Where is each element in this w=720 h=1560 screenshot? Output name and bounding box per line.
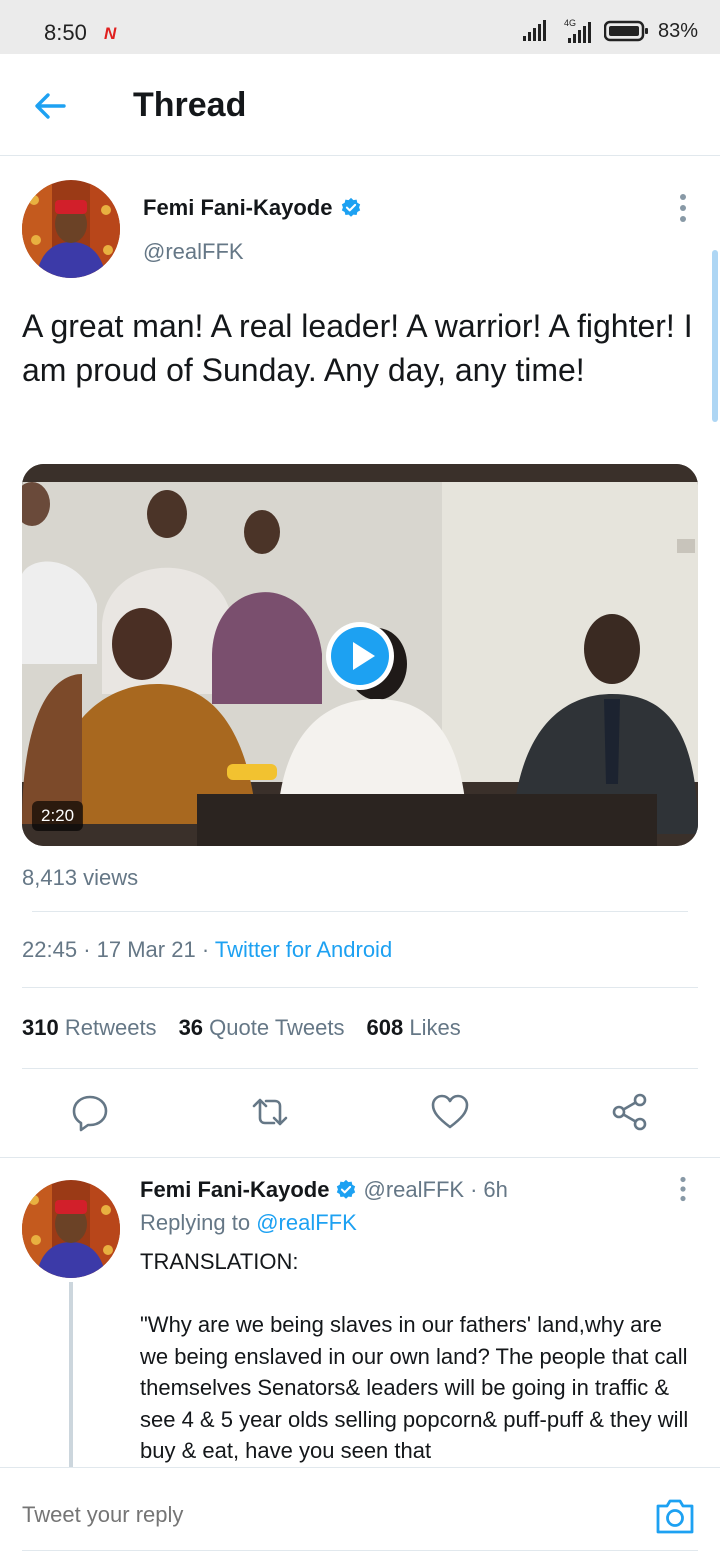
status-bar: 8:50 N 4G 83% (0, 0, 720, 54)
retweet-icon[interactable] (250, 1092, 290, 1132)
likes-label: Likes (409, 1015, 461, 1040)
retweets-count: 310 (22, 1015, 59, 1040)
reply-separator: · (470, 1177, 478, 1202)
engagement-stats: 310 Retweets 36 Quote Tweets 608 Likes (22, 1015, 461, 1041)
retweets-stat[interactable]: 310 Retweets (22, 1015, 157, 1041)
more-vertical-icon[interactable] (677, 1176, 689, 1202)
quotes-stat[interactable]: 36 Quote Tweets (179, 1015, 345, 1041)
play-icon[interactable] (324, 620, 396, 692)
quotes-count: 36 (178, 1015, 204, 1040)
verified-badge-icon (337, 1179, 356, 1199)
signal-icon (522, 20, 546, 41)
tweet-source-link[interactable]: Twitter for Android (215, 937, 392, 962)
quotes-label: Quote Tweets (209, 1015, 345, 1040)
retweets-label: Retweets (64, 1015, 157, 1040)
reply-handle[interactable]: @realFFK (363, 1177, 464, 1203)
divider (22, 987, 698, 988)
divider (0, 1157, 720, 1158)
share-icon[interactable] (610, 1092, 650, 1132)
scroll-indicator[interactable] (712, 250, 718, 422)
video-duration: 2:20 (32, 801, 84, 831)
compose-bar (0, 1467, 720, 1560)
likes-stat[interactable]: 608 Likes (367, 1015, 461, 1041)
views-count: 8,413 views (22, 865, 139, 890)
top-bar: Thread (0, 54, 720, 156)
reply-author-name[interactable]: Femi Fani-Kayode (140, 1177, 329, 1203)
reply-age: 6h (483, 1177, 508, 1202)
thread-line (69, 1282, 73, 1468)
reply-icon[interactable] (70, 1092, 110, 1132)
page-title: Thread (133, 86, 247, 124)
replying-prefix: Replying to (140, 1210, 251, 1235)
meta-separator: · (83, 937, 97, 962)
more-vertical-icon[interactable] (677, 193, 689, 223)
battery-percent: 83% (657, 19, 698, 42)
network-type-label: 4G (564, 18, 576, 28)
compose-underline (22, 1550, 698, 1551)
author-name[interactable]: Femi Fani-Kayode (143, 195, 332, 221)
divider (32, 911, 688, 912)
author-name-row[interactable]: Femi Fani-Kayode (143, 195, 362, 221)
reply-avatar[interactable] (22, 1180, 120, 1278)
battery-icon (603, 20, 648, 42)
likes-count: 608 (366, 1015, 404, 1040)
replying-handle-link[interactable]: @realFFK (256, 1210, 357, 1235)
camera-icon[interactable] (654, 1496, 696, 1536)
svg-text:N: N (104, 24, 117, 42)
status-time: 8:50 (44, 20, 87, 45)
signal-4g-icon: 4G (564, 18, 591, 43)
back-arrow-icon[interactable] (30, 86, 70, 126)
reply-header: Femi Fani-Kayode @realFFK · 6h (140, 1177, 508, 1203)
like-icon[interactable] (430, 1092, 470, 1132)
avatar[interactable] (22, 180, 120, 278)
tweet-date: 17 Mar 21 (96, 937, 196, 962)
replying-to: Replying to @realFFK (140, 1210, 357, 1236)
tweet-time: 22:45 (22, 937, 78, 962)
divider (22, 1068, 698, 1069)
tweet-text: A great man! A real leader! A warrior! A… (22, 308, 693, 388)
tweet-meta: 22:45 · 17 Mar 21 · Twitter for Android (22, 937, 392, 963)
meta-separator: · (201, 937, 215, 962)
notification-app-icon: N (104, 24, 117, 42)
status-right: 4G 83% (522, 18, 698, 44)
reply-text: TRANSLATION: "Why are we being slaves in… (140, 1249, 689, 1463)
verified-badge-icon (342, 197, 361, 217)
author-handle[interactable]: @realFFK (143, 239, 244, 265)
reply-input[interactable] (22, 1502, 622, 1528)
